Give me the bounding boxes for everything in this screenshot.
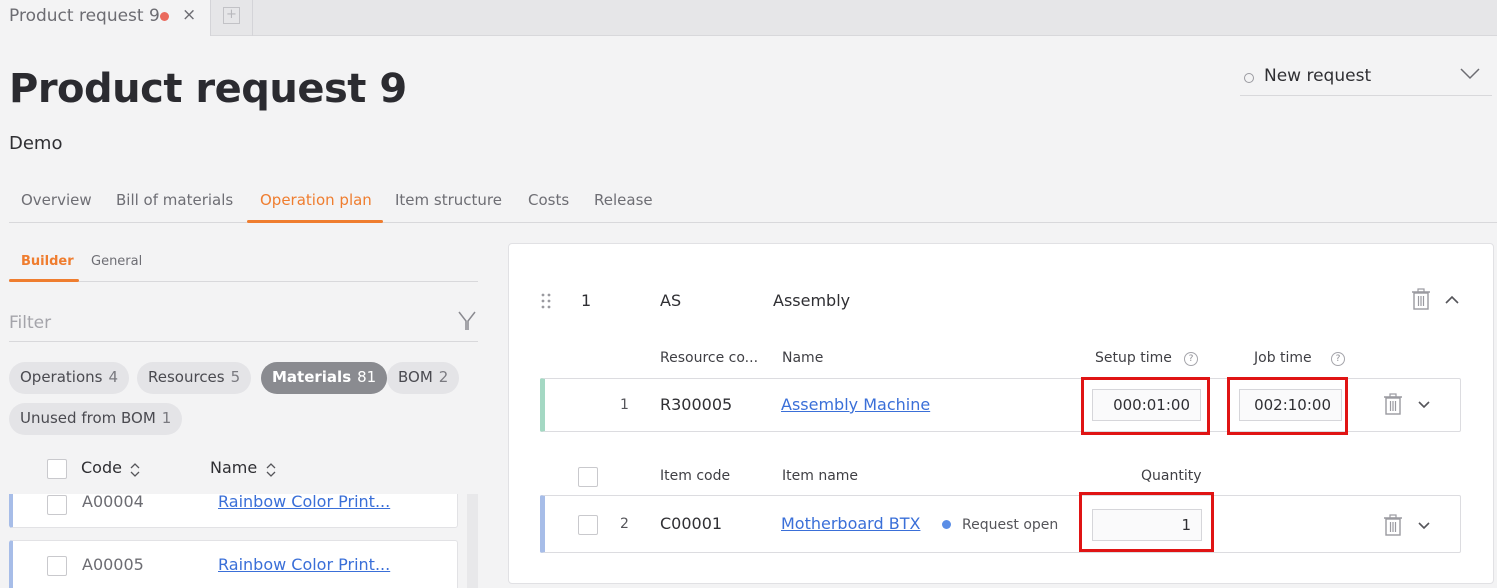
filter-placeholder: Filter	[9, 313, 52, 333]
chip-label: Materials	[272, 368, 352, 386]
chip-operations[interactable]: Operations 4	[9, 362, 130, 394]
add-tab-icon: +	[223, 7, 240, 24]
chevron-down-icon[interactable]	[1418, 522, 1430, 530]
filter-field[interactable]: Filter	[9, 306, 478, 342]
chip-count: 2	[438, 368, 449, 386]
select-all-materials-checkbox[interactable]	[578, 467, 598, 487]
item-code: C00001	[660, 514, 723, 533]
chevron-down-icon	[1460, 68, 1480, 80]
operation-name: Assembly	[773, 291, 851, 310]
status-dropdown[interactable]: New request	[1240, 60, 1492, 96]
chip-count: 4	[108, 368, 119, 386]
material-list-item[interactable]: A00004 Rainbow Color Print...	[9, 494, 458, 528]
tab-release[interactable]: Release	[594, 191, 653, 209]
sort-icon[interactable]	[266, 462, 276, 478]
main-tab-bar: Overview Bill of materials Operation pla…	[9, 188, 1497, 223]
material-code: A00005	[82, 555, 144, 574]
tab-costs[interactable]: Costs	[528, 191, 569, 209]
materials-list-scrollbar[interactable]	[467, 494, 478, 588]
column-header-item-code: Item code	[660, 468, 731, 484]
material-checkbox[interactable]	[47, 495, 67, 515]
page-title: Product request 9	[9, 66, 407, 112]
resource-name-link[interactable]: Assembly Machine	[781, 395, 930, 414]
close-tab-icon[interactable]: ×	[182, 5, 196, 25]
chip-label: Operations	[20, 368, 103, 386]
resource-code: R300005	[660, 395, 733, 414]
resource-row-position: 1	[620, 397, 629, 413]
delete-operation-icon[interactable]	[1411, 288, 1431, 310]
tab-operation-plan[interactable]: Operation plan	[260, 191, 372, 209]
active-tab-indicator	[247, 220, 383, 223]
column-header-name: Name	[782, 350, 824, 366]
select-all-checkbox[interactable]	[47, 459, 67, 479]
column-header-setup-time: Setup time	[1095, 350, 1172, 366]
status-dot-icon	[942, 520, 951, 529]
quantity-highlight	[1079, 492, 1214, 552]
subtab-builder[interactable]: Builder	[21, 254, 74, 269]
materials-list: A00004 Rainbow Color Print... A00005 Rai…	[9, 494, 478, 588]
material-row-position: 2	[620, 516, 629, 532]
filter-funnel-icon[interactable]	[458, 310, 476, 332]
sort-icon[interactable]	[130, 462, 140, 478]
column-header-name[interactable]: Name	[210, 458, 257, 477]
page-subtitle: Demo	[9, 133, 63, 154]
setup-time-help-icon[interactable]: ?	[1184, 352, 1198, 366]
item-status-label: Request open	[962, 517, 1059, 533]
operation-card: 1 AS Assembly Resource co... Name Setup …	[508, 243, 1494, 584]
item-name-link[interactable]: Motherboard BTX	[781, 514, 920, 533]
material-name-link[interactable]: Rainbow Color Print...	[218, 494, 390, 511]
material-row-checkbox[interactable]	[578, 515, 598, 535]
operation-position: 1	[581, 291, 592, 310]
subtab-general[interactable]: General	[91, 254, 142, 269]
chip-resources[interactable]: Resources 5	[137, 362, 252, 394]
material-list-item[interactable]: A00005 Rainbow Color Print...	[9, 540, 458, 588]
column-header-item-name: Item name	[782, 468, 859, 484]
setup-time-highlight	[1081, 377, 1210, 435]
chip-label: Unused from BOM	[20, 409, 156, 427]
add-tab-button[interactable]: +	[212, 0, 253, 36]
chip-count: 81	[357, 368, 377, 386]
drag-handle-icon[interactable]	[540, 292, 552, 310]
document-tab[interactable]: Product request 9 ×	[0, 0, 211, 36]
materials-list-header: Code Name	[9, 452, 478, 488]
job-time-help-icon[interactable]: ?	[1331, 352, 1345, 366]
delete-material-icon[interactable]	[1383, 514, 1403, 536]
material-checkbox[interactable]	[47, 556, 67, 576]
operation-code: AS	[660, 291, 682, 310]
material-row[interactable]: 2 C00001 Motherboard BTX Request open	[540, 495, 1461, 553]
material-code: A00004	[82, 494, 144, 511]
chip-bom[interactable]: BOM 2	[387, 362, 460, 394]
unsaved-indicator-icon	[160, 12, 169, 21]
chevron-down-icon[interactable]	[1418, 401, 1430, 409]
chip-label: Resources	[148, 368, 225, 386]
column-header-code[interactable]: Code	[81, 458, 122, 477]
material-name-link[interactable]: Rainbow Color Print...	[218, 555, 390, 574]
status-dropdown-value: New request	[1264, 66, 1372, 86]
chevron-up-icon[interactable]	[1445, 295, 1459, 304]
column-header-quantity: Quantity	[1141, 468, 1202, 484]
document-tab-label: Product request 9	[9, 6, 160, 26]
delete-resource-icon[interactable]	[1383, 393, 1403, 415]
builder-sub-tab-bar: Builder General	[9, 250, 478, 282]
column-header-job-time: Job time	[1254, 350, 1312, 366]
tab-item-structure[interactable]: Item structure	[395, 191, 502, 209]
circle-outline-icon	[1244, 73, 1254, 83]
document-tab-strip: Product request 9 × +	[0, 0, 1497, 36]
active-subtab-indicator	[9, 279, 79, 282]
chip-count: 1	[161, 409, 172, 427]
chip-count: 5	[230, 368, 241, 386]
tab-bill-of-materials[interactable]: Bill of materials	[116, 191, 233, 209]
tab-overview[interactable]: Overview	[21, 191, 92, 209]
chip-materials[interactable]: Materials 81	[261, 362, 388, 394]
chip-unused-from-bom[interactable]: Unused from BOM 1	[9, 403, 183, 435]
chip-label: BOM	[398, 368, 433, 386]
column-header-resource-code: Resource co...	[660, 350, 759, 366]
job-time-highlight	[1227, 377, 1348, 435]
